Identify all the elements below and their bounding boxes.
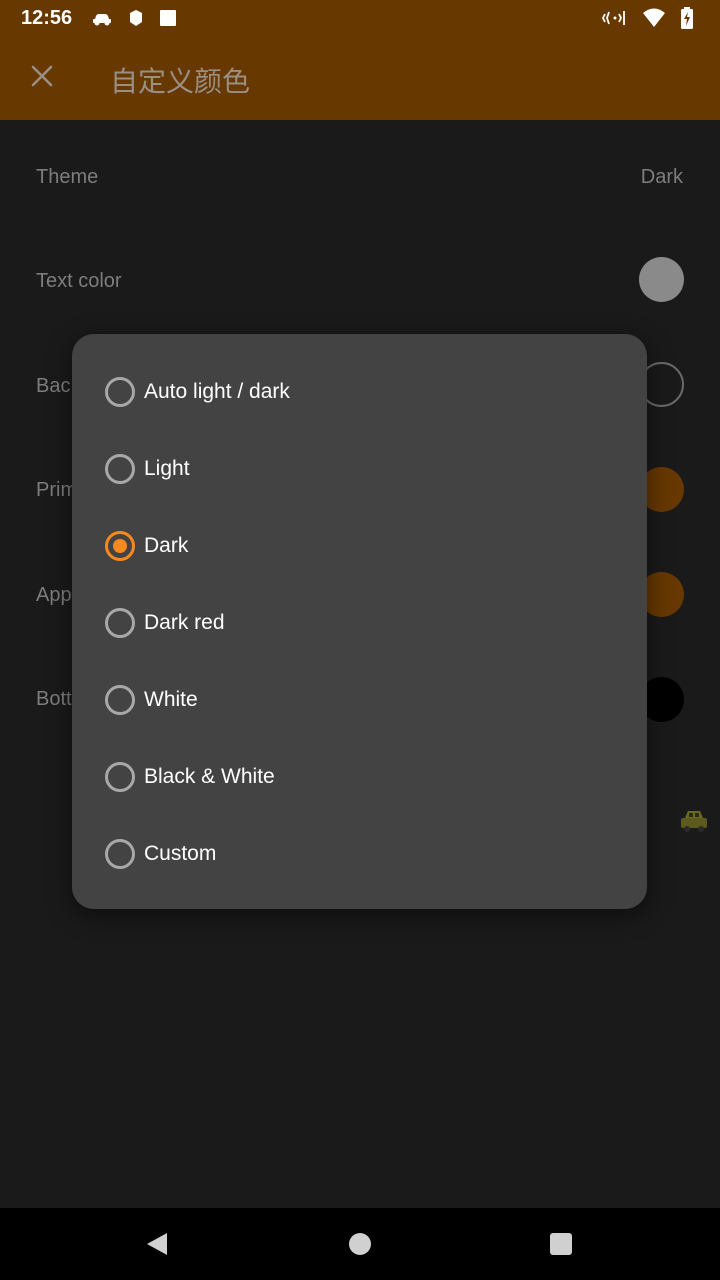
- radio-button[interactable]: [105, 453, 135, 484]
- option-label: Dark red: [144, 610, 225, 634]
- recents-icon[interactable]: [550, 1233, 572, 1255]
- theme-option-custom[interactable]: Custom: [72, 815, 647, 892]
- option-label: Auto light / dark: [144, 379, 290, 403]
- screen: 12:56 自定义颜色 Theme Dark Text color Bac Pr…: [0, 0, 720, 1280]
- option-label: Dark: [144, 533, 189, 557]
- radio-button[interactable]: [105, 607, 135, 638]
- theme-option-dark-red[interactable]: Dark red: [72, 584, 647, 661]
- radio-button[interactable]: [105, 376, 135, 407]
- shield-icon: [128, 8, 144, 33]
- status-right-icons: [601, 7, 702, 29]
- back-icon[interactable]: [145, 1231, 169, 1262]
- status-time: 12:56: [21, 7, 73, 29]
- radio-button[interactable]: [105, 838, 135, 869]
- wifi-icon: [642, 7, 666, 34]
- theme-option-auto[interactable]: Auto light / dark: [72, 353, 647, 430]
- radio-button-selected[interactable]: [105, 530, 135, 561]
- radio-button[interactable]: [105, 761, 135, 792]
- radio-button[interactable]: [105, 684, 135, 715]
- app-bar: 自定义颜色: [0, 36, 720, 120]
- vibrate-icon: [601, 7, 628, 34]
- theme-dialog: Auto light / dark Light Dark Dark red Wh…: [72, 334, 647, 909]
- square-icon: [158, 8, 178, 33]
- close-button[interactable]: [18, 54, 66, 102]
- theme-option-black-white[interactable]: Black & White: [72, 738, 647, 815]
- option-label: Custom: [144, 841, 217, 865]
- theme-option-dark[interactable]: Dark: [72, 507, 647, 584]
- option-label: Black & White: [144, 764, 275, 788]
- theme-option-light[interactable]: Light: [72, 430, 647, 507]
- battery-charging-icon: [680, 7, 694, 34]
- car-icon: [90, 8, 114, 33]
- navigation-bar: [0, 1208, 720, 1280]
- close-icon: [31, 65, 53, 92]
- home-icon[interactable]: [349, 1233, 371, 1255]
- page-title: 自定义颜色: [110, 65, 251, 98]
- theme-option-white[interactable]: White: [72, 661, 647, 738]
- status-bar: 12:56: [0, 0, 720, 36]
- option-label: Light: [144, 456, 190, 480]
- option-label: White: [144, 687, 198, 711]
